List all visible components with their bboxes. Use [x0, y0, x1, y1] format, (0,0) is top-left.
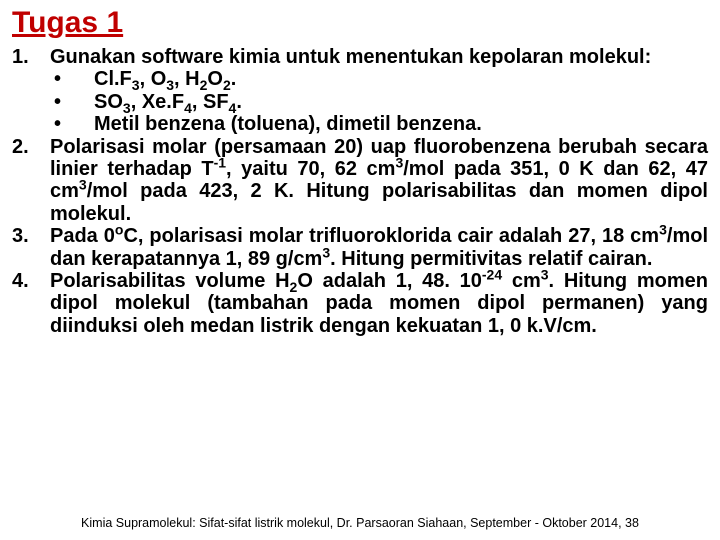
item-number: 4.: [12, 270, 50, 337]
sub-list: •Cl.F3, O3, H2O2. •SO3, Xe.F4, SF4. •Met…: [50, 68, 708, 135]
sub-text: Cl.F3, O3, H2O2.: [94, 68, 708, 90]
list-item: 4. Polarisabilitas volume H2O adalah 1, …: [12, 270, 708, 337]
slide: Tugas 1 1. Gunakan software kimia untuk …: [0, 0, 720, 540]
item-number: 1.: [12, 46, 50, 136]
item-body: Polarisabilitas volume H2O adalah 1, 48.…: [50, 270, 708, 337]
item-body: Gunakan software kimia untuk menentukan …: [50, 46, 708, 136]
sub-item: •Metil benzena (toluena), dimetil benzen…: [50, 113, 708, 135]
item-lead: Gunakan software kimia untuk menentukan …: [50, 46, 708, 68]
slide-footer: Kimia Supramolekul: Sifat-sifat listrik …: [0, 516, 720, 530]
item-body: Polarisasi molar (persamaan 20) uap fluo…: [50, 136, 708, 226]
item-number: 2.: [12, 136, 50, 226]
sub-text: Metil benzena (toluena), dimetil benzena…: [94, 113, 708, 135]
bullet-icon: •: [50, 68, 94, 90]
list-item: 3. Pada 0oC, polarisasi molar trifluorok…: [12, 225, 708, 270]
item-number: 3.: [12, 225, 50, 270]
item-body: Pada 0oC, polarisasi molar trifluoroklor…: [50, 225, 708, 270]
sub-text: SO3, Xe.F4, SF4.: [94, 91, 708, 113]
sub-item: •SO3, Xe.F4, SF4.: [50, 91, 708, 113]
task-list: 1. Gunakan software kimia untuk menentuk…: [12, 46, 708, 337]
bullet-icon: •: [50, 113, 94, 135]
list-item: 1. Gunakan software kimia untuk menentuk…: [12, 46, 708, 136]
sub-item: •Cl.F3, O3, H2O2.: [50, 68, 708, 90]
list-item: 2. Polarisasi molar (persamaan 20) uap f…: [12, 136, 708, 226]
bullet-icon: •: [50, 91, 94, 113]
slide-title: Tugas 1: [12, 6, 708, 40]
